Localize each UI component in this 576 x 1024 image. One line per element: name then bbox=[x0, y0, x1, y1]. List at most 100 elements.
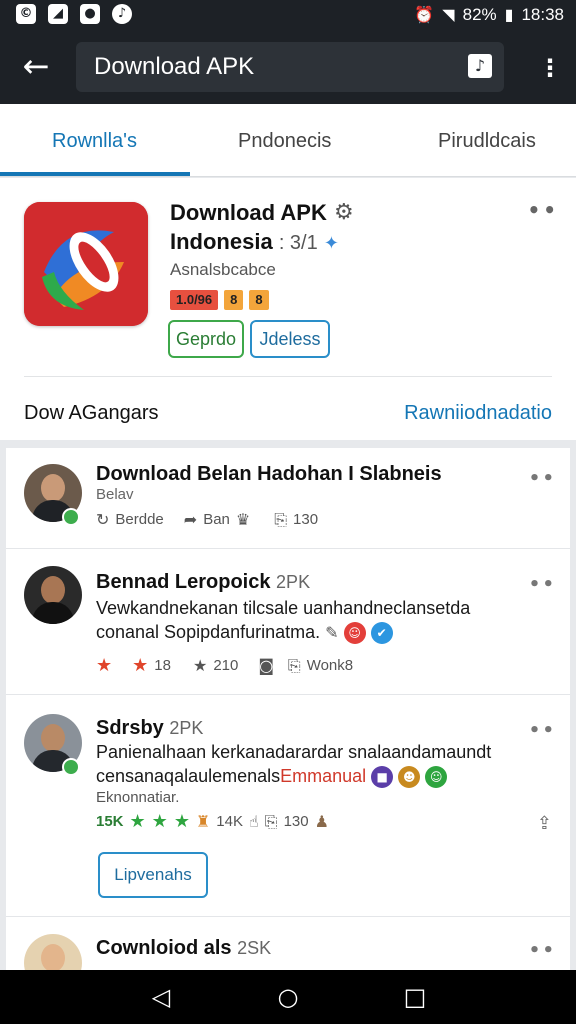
nav-back-icon[interactable]: ◁ bbox=[144, 980, 178, 1014]
reply-icon[interactable]: ↻ bbox=[96, 510, 109, 530]
app-title-line1: Download APK bbox=[170, 200, 327, 225]
bookmark-icon[interactable]: ⎘ bbox=[288, 656, 301, 676]
feed-item[interactable]: Cownloiod als 2SK • • bbox=[6, 916, 570, 970]
avatar-head bbox=[41, 474, 65, 502]
app-title-line2-wrap: Indonesia : 3/1 ✦ bbox=[170, 227, 430, 258]
post-subtitle: Belav bbox=[96, 486, 134, 503]
action-label-2[interactable]: Ban bbox=[203, 510, 230, 530]
post-body-line2: conanal Sopipdanfurinatma. bbox=[96, 622, 321, 642]
app-card[interactable]: Download APK Indonesia : 3/1 ✦ ⚙ Asnalsb… bbox=[0, 178, 576, 440]
avatar[interactable] bbox=[24, 934, 82, 970]
post-stats: 15K ★ ★ ★ ♜ 14K ☝ ⎘ 130 ♟ bbox=[96, 812, 329, 832]
tab-1[interactable]: Pndonecis bbox=[238, 128, 331, 154]
online-status-icon bbox=[62, 758, 80, 776]
clock: 18:38 bbox=[521, 5, 564, 24]
nav-recents-icon[interactable]: □ bbox=[398, 980, 432, 1014]
stat-3: Wonk8 bbox=[306, 657, 354, 674]
avatar[interactable] bbox=[24, 566, 82, 624]
feed-list: Download Belan Hadohan I Slabneis Belav … bbox=[6, 448, 570, 970]
pin-icon: ✎ bbox=[325, 623, 339, 642]
status-bar: © ◢ ● ♪ ⏰ ◥ 82% ▮ 18:38 bbox=[0, 0, 576, 30]
app-logo[interactable] bbox=[24, 202, 148, 326]
tab-2[interactable]: Pirudldcais bbox=[438, 128, 536, 154]
back-arrow-icon[interactable]: ← bbox=[16, 46, 56, 86]
post-meta: 2PK bbox=[169, 718, 204, 738]
audio-icon: ♪ bbox=[112, 4, 132, 24]
share-arrow-icon[interactable]: ➦ bbox=[184, 510, 197, 530]
post-title-wrap[interactable]: Sdrsby 2PK bbox=[96, 716, 203, 740]
feed-item[interactable]: Sdrsby 2PK • • Panienalhaan kerkanadarar… bbox=[6, 694, 570, 917]
post-body: Vewkandnekanan tilcsale uanhandneclanset… bbox=[96, 596, 546, 645]
post-body-line1: Panienalhaan kerkanadarardar snalaandama… bbox=[96, 742, 492, 762]
alarm-icon: ⏰ bbox=[414, 5, 435, 24]
stat-2: 14K bbox=[216, 813, 243, 830]
tab-0[interactable]: Rownlla's bbox=[52, 128, 137, 154]
post-more-icon[interactable]: • • bbox=[529, 470, 554, 488]
app-bar: ← Download APK ♪ ⋮ bbox=[0, 30, 576, 104]
action-label-3[interactable]: 130 bbox=[293, 510, 318, 530]
nav-home-icon[interactable]: ○ bbox=[271, 980, 305, 1014]
badge-orange-1: 8 bbox=[224, 290, 244, 310]
star-icon: ★ bbox=[151, 811, 168, 832]
like-icon[interactable]: ♛ bbox=[236, 510, 250, 530]
post-action-button[interactable]: Lipvenahs bbox=[98, 852, 208, 898]
post-actions: ↻ Berdde ➦ Ban ♛ ⎘ 130 bbox=[96, 510, 318, 530]
search-field[interactable]: Download APK ♪ bbox=[76, 42, 504, 92]
post-body-line2-wrap: conanal Sopipdanfurinatma. ✎ ☺ ✔ bbox=[96, 620, 546, 645]
card-more-icon[interactable]: • • bbox=[527, 200, 555, 220]
app-title-line2: Indonesia bbox=[170, 229, 273, 254]
camera-icon[interactable]: ◙ bbox=[258, 656, 274, 676]
post-title-wrap[interactable]: Cownloiod als 2SK bbox=[96, 936, 271, 960]
search-text[interactable]: Download APK bbox=[94, 54, 254, 80]
bookmark-icon[interactable]: ⎘ bbox=[265, 812, 278, 832]
post-more-icon[interactable]: • • bbox=[529, 722, 554, 740]
star-icon: ★ bbox=[173, 811, 190, 832]
post-meta: 2SK bbox=[237, 938, 272, 958]
stat-1: 15K bbox=[96, 813, 124, 830]
active-tab-indicator bbox=[0, 172, 190, 176]
post-title[interactable]: Bennad Leropoick bbox=[96, 571, 270, 593]
blue-outline-button[interactable]: Jdeless bbox=[250, 320, 330, 358]
gift-icon[interactable]: ♜ bbox=[196, 812, 210, 832]
card-left-link[interactable]: Dow AGangars bbox=[24, 400, 159, 426]
overflow-menu-icon[interactable]: ⋮ bbox=[538, 50, 562, 86]
tab-bar: Rownlla's Pndonecis Pirudldcais bbox=[0, 104, 576, 177]
person-icon: ♟ bbox=[314, 812, 329, 831]
stat-1: 18 bbox=[154, 657, 171, 674]
post-body: Panienalhaan kerkanadarardar snalaandama… bbox=[96, 740, 546, 808]
star-outline-icon[interactable]: ★ bbox=[193, 656, 207, 676]
post-title[interactable]: Sdrsby bbox=[96, 717, 164, 739]
stat-3: 130 bbox=[283, 813, 309, 830]
app-developer: Asnalsbcabce bbox=[170, 260, 276, 279]
post-more-icon[interactable]: • • bbox=[529, 942, 554, 960]
status-icons-right: ⏰ ◥ 82% ▮ 18:38 bbox=[414, 4, 564, 26]
action-label-1[interactable]: Berdde bbox=[115, 510, 163, 530]
post-title-wrap[interactable]: Bennad Leropoick 2PK bbox=[96, 570, 310, 594]
share-icon[interactable]: ⇪ bbox=[537, 814, 552, 834]
like-icon[interactable]: ☝ bbox=[249, 812, 259, 832]
stat-2: 210 bbox=[213, 657, 239, 674]
app-logo-graphic bbox=[24, 202, 148, 326]
emoji-red-icon: ☺ bbox=[343, 622, 366, 645]
post-title[interactable]: Download Belan Hadohan I Slabneis bbox=[96, 462, 442, 486]
battery-label: 82% bbox=[462, 5, 497, 24]
post-more-icon[interactable]: • • bbox=[529, 576, 554, 594]
post-meta: 2PK bbox=[276, 572, 311, 592]
star-icon: ★ bbox=[96, 655, 113, 676]
shopping-bag-icon[interactable]: ♪ bbox=[468, 54, 492, 78]
bookmark-icon[interactable]: ⎘ bbox=[274, 510, 287, 530]
green-outline-button[interactable]: Geprdo bbox=[168, 320, 244, 358]
post-stats: ★ ★ 18 ★ 210 ◙ ⎘ Wonk8 bbox=[96, 656, 353, 676]
feed-item[interactable]: Download Belan Hadohan I Slabneis Belav … bbox=[6, 448, 570, 549]
card-right-link[interactable]: Rawniiodnadatio bbox=[404, 400, 552, 426]
age-badge: 1.0/96 bbox=[170, 290, 219, 310]
avatar-head bbox=[41, 576, 65, 604]
badge-orange-2: 8 bbox=[249, 290, 269, 310]
emoji-blue-icon: ✔ bbox=[370, 622, 393, 645]
post-body-line3: Eknonnatiar. bbox=[96, 789, 180, 807]
battery-icon: ▮ bbox=[504, 5, 514, 24]
post-title[interactable]: Cownloiod als bbox=[96, 937, 232, 959]
card-divider bbox=[24, 376, 552, 377]
feed-item[interactable]: Bennad Leropoick 2PK • • Vewkandnekanan … bbox=[6, 548, 570, 695]
online-status-icon bbox=[62, 508, 80, 526]
